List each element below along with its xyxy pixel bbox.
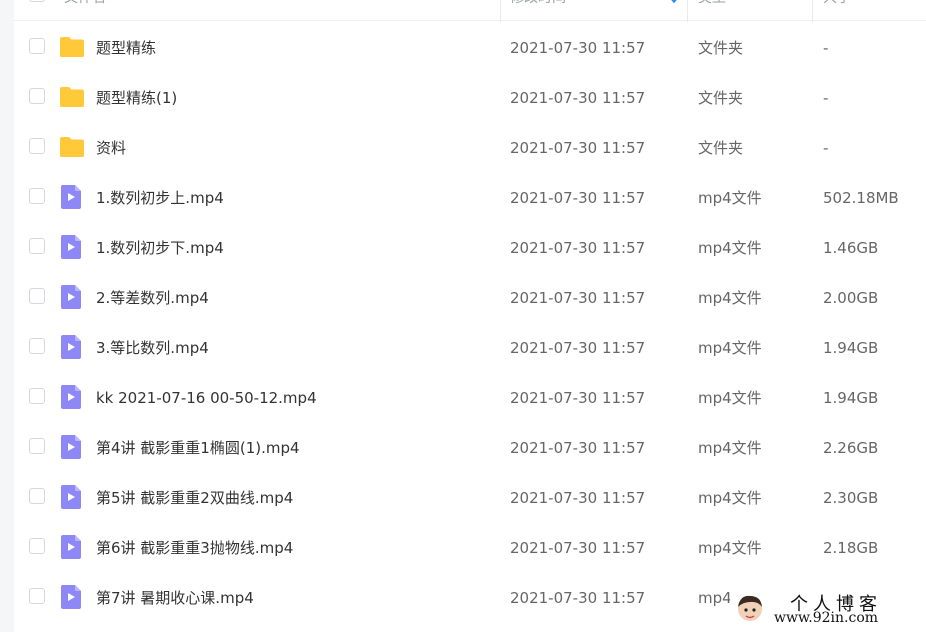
- file-table: 文件名 修改时间 类型 大小 题型精练 2021-07-30 11:57 文件夹…: [14, 0, 926, 632]
- video-file-icon: [61, 435, 81, 459]
- file-size: 2.26GB: [823, 439, 879, 457]
- file-row[interactable]: 1.数列初步上.mp4 2021-07-30 11:57 mp4文件 502.1…: [14, 173, 926, 223]
- file-modified-time: 2021-07-30 11:57: [510, 89, 646, 107]
- file-size: -: [823, 89, 829, 107]
- file-row[interactable]: 第5讲 截影重重2双曲线.mp4 2021-07-30 11:57 mp4文件 …: [14, 473, 926, 523]
- column-header-size[interactable]: 大小: [823, 0, 851, 20]
- file-modified-time: 2021-07-30 11:57: [510, 189, 646, 207]
- file-size: 2.00GB: [823, 289, 879, 307]
- row-checkbox[interactable]: [29, 438, 45, 454]
- file-modified-time: 2021-07-30 11:57: [510, 289, 646, 307]
- file-type: 文件夹: [698, 139, 744, 157]
- video-file-icon: [61, 485, 81, 509]
- file-name[interactable]: 题型精练: [96, 23, 156, 73]
- file-type: mp4文件: [698, 339, 762, 357]
- video-file-icon: [61, 185, 81, 209]
- file-size: 502.18MB: [823, 189, 899, 207]
- file-name[interactable]: 第5讲 截影重重2双曲线.mp4: [96, 473, 293, 523]
- column-divider[interactable]: [500, 0, 501, 22]
- file-row[interactable]: 第4讲 截影重重1椭圆(1).mp4 2021-07-30 11:57 mp4文…: [14, 423, 926, 473]
- row-checkbox[interactable]: [29, 238, 45, 254]
- row-checkbox[interactable]: [29, 488, 45, 504]
- file-type: mp4文件: [698, 539, 762, 557]
- row-checkbox[interactable]: [29, 288, 45, 304]
- file-name[interactable]: 第7讲 暑期收心课.mp4: [96, 573, 254, 623]
- file-size: -: [823, 39, 829, 57]
- file-row[interactable]: 题型精练(1) 2021-07-30 11:57 文件夹 -: [14, 73, 926, 123]
- row-checkbox[interactable]: [29, 388, 45, 404]
- file-modified-time: 2021-07-30 11:57: [510, 139, 646, 157]
- file-size: 2.18GB: [823, 539, 879, 557]
- file-name[interactable]: 1.数列初步下.mp4: [96, 223, 224, 273]
- row-checkbox[interactable]: [29, 538, 45, 554]
- left-gutter: [0, 0, 14, 632]
- column-divider[interactable]: [812, 0, 813, 22]
- blogger-avatar-icon: [738, 595, 762, 621]
- file-type: mp4文件: [698, 489, 762, 507]
- file-row[interactable]: 1.数列初步下.mp4 2021-07-30 11:57 mp4文件 1.46G…: [14, 223, 926, 273]
- file-type: mp4文件: [698, 389, 762, 407]
- folder-icon: [60, 37, 84, 57]
- file-name[interactable]: 2.等差数列.mp4: [96, 273, 209, 323]
- file-name[interactable]: 资料: [96, 123, 126, 173]
- file-row[interactable]: 题型精练 2021-07-30 11:57 文件夹 -: [14, 23, 926, 73]
- row-checkbox[interactable]: [29, 138, 45, 154]
- file-modified-time: 2021-07-30 11:57: [510, 239, 646, 257]
- row-checkbox[interactable]: [29, 588, 45, 604]
- file-type: 文件夹: [698, 89, 744, 107]
- file-type: 文件夹: [698, 39, 744, 57]
- file-name[interactable]: 题型精练(1): [96, 73, 177, 123]
- folder-icon: [60, 137, 84, 157]
- file-size: -: [823, 139, 829, 157]
- sort-descending-icon[interactable]: [669, 0, 679, 4]
- file-size: 1.94GB: [823, 389, 879, 407]
- watermark-url: www.92in.com: [774, 610, 879, 626]
- file-size: 2.30GB: [823, 489, 879, 507]
- column-divider[interactable]: [687, 0, 688, 22]
- file-type: mp4文件: [698, 289, 762, 307]
- file-modified-time: 2021-07-30 11:57: [510, 39, 646, 57]
- file-type: mp4文件: [698, 439, 762, 457]
- file-row[interactable]: kk 2021-07-16 00-50-12.mp4 2021-07-30 11…: [14, 373, 926, 423]
- column-header-modified[interactable]: 修改时间: [510, 0, 566, 20]
- file-modified-time: 2021-07-30 11:57: [510, 589, 646, 607]
- row-checkbox[interactable]: [29, 188, 45, 204]
- video-file-icon: [61, 585, 81, 609]
- column-header-type[interactable]: 类型: [698, 0, 726, 20]
- row-checkbox[interactable]: [29, 38, 45, 54]
- file-name[interactable]: 第4讲 截影重重1椭圆(1).mp4: [96, 423, 300, 473]
- file-row[interactable]: 3.等比数列.mp4 2021-07-30 11:57 mp4文件 1.94GB: [14, 323, 926, 373]
- file-name[interactable]: 1.数列初步上.mp4: [96, 173, 224, 223]
- file-name[interactable]: kk 2021-07-16 00-50-12.mp4: [96, 373, 317, 423]
- file-row[interactable]: 2.等差数列.mp4 2021-07-30 11:57 mp4文件 2.00GB: [14, 273, 926, 323]
- video-file-icon: [61, 385, 81, 409]
- folder-icon: [60, 87, 84, 107]
- row-checkbox[interactable]: [29, 88, 45, 104]
- file-modified-time: 2021-07-30 11:57: [510, 539, 646, 557]
- file-modified-time: 2021-07-30 11:57: [510, 439, 646, 457]
- file-name[interactable]: 3.等比数列.mp4: [96, 323, 209, 373]
- video-file-icon: [61, 535, 81, 559]
- file-type: mp4: [698, 589, 732, 607]
- file-size: 1.46GB: [823, 239, 879, 257]
- column-header-name[interactable]: 文件名: [64, 0, 106, 20]
- video-file-icon: [61, 285, 81, 309]
- file-size: 1.94GB: [823, 339, 879, 357]
- file-modified-time: 2021-07-30 11:57: [510, 489, 646, 507]
- table-header: 文件名 修改时间 类型 大小: [14, 0, 926, 22]
- file-name[interactable]: 第6讲 截影重重3抛物线.mp4: [96, 523, 293, 573]
- video-file-icon: [61, 235, 81, 259]
- file-row[interactable]: 第6讲 截影重重3抛物线.mp4 2021-07-30 11:57 mp4文件 …: [14, 523, 926, 573]
- video-file-icon: [61, 335, 81, 359]
- file-modified-time: 2021-07-30 11:57: [510, 389, 646, 407]
- file-row[interactable]: 资料 2021-07-30 11:57 文件夹 -: [14, 123, 926, 173]
- watermark: 个人博客 www.92in.com: [730, 588, 926, 632]
- row-checkbox[interactable]: [29, 338, 45, 354]
- file-modified-time: 2021-07-30 11:57: [510, 339, 646, 357]
- select-all-checkbox[interactable]: [29, 0, 45, 2]
- file-type: mp4文件: [698, 239, 762, 257]
- file-type: mp4文件: [698, 189, 762, 207]
